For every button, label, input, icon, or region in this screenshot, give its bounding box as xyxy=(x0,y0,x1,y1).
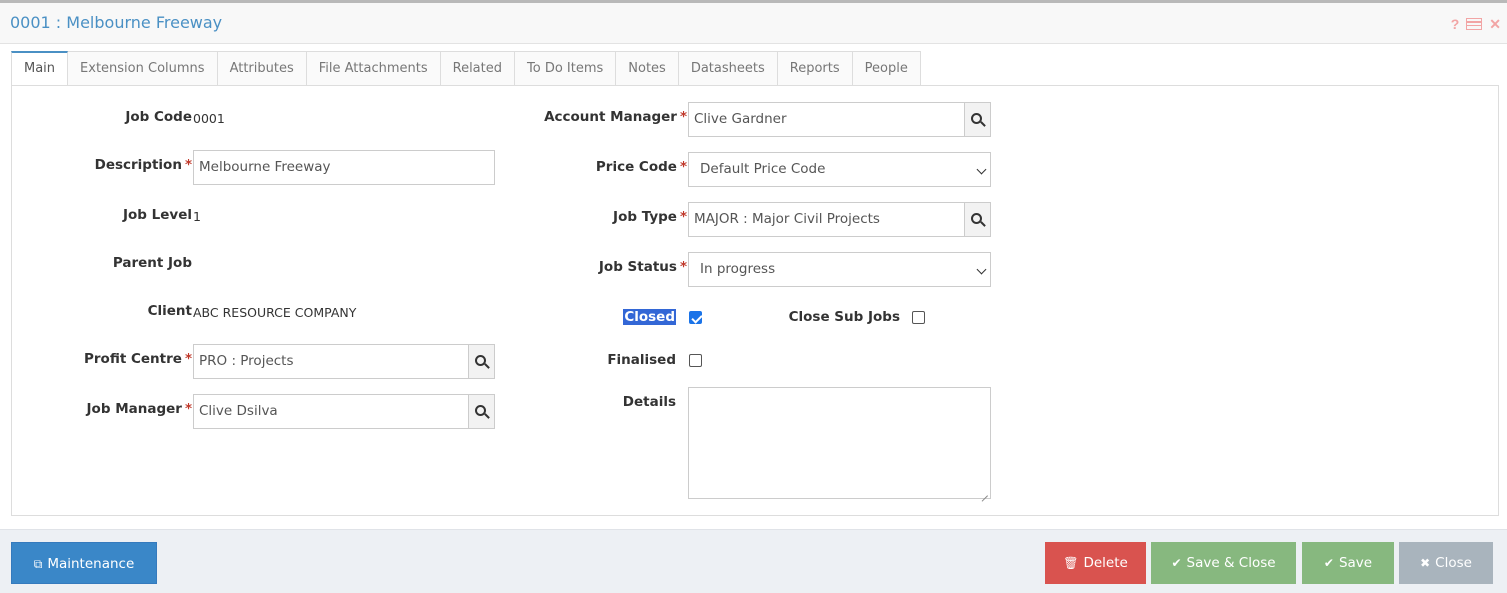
search-icon xyxy=(475,405,486,416)
main-form-panel: Job Code 0001 Description * Melbourne Fre… xyxy=(11,85,1499,516)
profit-centre-field[interactable]: PRO : Projects xyxy=(193,344,495,379)
tab-related[interactable]: Related xyxy=(440,51,515,86)
help-icon[interactable]: ? xyxy=(1451,17,1460,31)
save-close-button[interactable]: ✔ Save & Close xyxy=(1151,542,1296,584)
required-marker: * xyxy=(679,209,687,225)
job-type-field[interactable]: MAJOR : Major Civil Projects xyxy=(688,202,991,237)
job-status-select[interactable]: In progress xyxy=(688,252,991,287)
close-sub-jobs-checkbox[interactable] xyxy=(912,311,925,324)
job-manager-field[interactable]: Clive Dsilva xyxy=(193,394,495,429)
job-code-value: 0001 xyxy=(193,111,225,126)
tab-datasheets[interactable]: Datasheets xyxy=(678,51,778,86)
tab-people[interactable]: People xyxy=(852,51,921,86)
window-controls: ? ✕ xyxy=(1451,17,1501,31)
external-link-icon: ⧉ xyxy=(33,557,43,571)
price-code-select[interactable]: Default Price Code xyxy=(688,152,991,187)
job-code-label: Job Code xyxy=(125,109,192,125)
job-manager-label: Job Manager * xyxy=(86,401,192,417)
tab-to-do-items[interactable]: To Do Items xyxy=(515,51,617,86)
finalised-label: Finalised xyxy=(607,352,676,368)
tab-reports[interactable]: Reports xyxy=(777,51,853,86)
required-marker: * xyxy=(679,259,687,275)
job-type-label: Job Type * xyxy=(613,209,687,225)
table-icon[interactable] xyxy=(1466,18,1483,30)
profit-centre-search-button[interactable] xyxy=(468,344,495,379)
client-value: ABC RESOURCE COMPANY xyxy=(193,305,357,320)
save-button[interactable]: ✔ Save xyxy=(1302,542,1394,584)
job-status-label: Job Status * xyxy=(598,259,687,275)
account-manager-label: Account Manager * xyxy=(544,109,687,125)
details-label: Details xyxy=(622,394,676,410)
profit-centre-label: Profit Centre * xyxy=(84,351,192,367)
resize-handle-icon[interactable] xyxy=(981,489,989,497)
details-textarea[interactable] xyxy=(688,387,991,499)
description-label: Description * xyxy=(94,157,192,173)
required-marker: * xyxy=(184,351,192,367)
tab-extension-columns[interactable]: Extension Columns xyxy=(68,51,218,86)
client-label: Client xyxy=(147,303,192,319)
finalised-checkbox[interactable] xyxy=(689,354,702,367)
price-code-value: Default Price Code xyxy=(700,161,826,177)
tab-attributes[interactable]: Attributes xyxy=(217,51,307,86)
job-level-label: Job Level xyxy=(122,207,192,223)
close-icon: ✖ xyxy=(1420,556,1431,570)
footer-toolbar: ⧉ Maintenance 🗑 Delete ✔ Save & Close ✔ Save… xyxy=(0,529,1507,593)
close-sub-jobs-label: Close Sub Jobs xyxy=(788,309,900,325)
job-type-value: MAJOR : Major Civil Projects xyxy=(694,211,880,227)
check-icon: ✔ xyxy=(1171,556,1182,570)
tab-main[interactable]: Main xyxy=(11,51,69,86)
account-manager-search-button[interactable] xyxy=(964,102,991,137)
account-manager-value: Clive Gardner xyxy=(694,111,787,127)
required-marker: * xyxy=(184,401,192,417)
tab-notes[interactable]: Notes xyxy=(616,51,679,86)
search-icon xyxy=(971,113,982,124)
trash-icon: 🗑 xyxy=(1063,556,1079,570)
account-manager-field[interactable]: Clive Gardner xyxy=(688,102,991,137)
chevron-down-icon xyxy=(976,164,987,175)
title-bar: 0001 : Melbourne Freeway ? ✕ xyxy=(0,3,1507,44)
closed-label: Closed xyxy=(623,309,676,325)
search-icon xyxy=(971,213,982,224)
job-manager-search-button[interactable] xyxy=(468,394,495,429)
job-manager-value: Clive Dsilva xyxy=(199,403,278,419)
tab-bar: Main Extension Columns Attributes File A… xyxy=(11,51,921,86)
required-marker: * xyxy=(679,159,687,175)
check-icon: ✔ xyxy=(1323,556,1334,570)
window-title: 0001 : Melbourne Freeway xyxy=(10,13,223,32)
delete-button[interactable]: 🗑 Delete xyxy=(1045,542,1146,584)
description-field[interactable]: Melbourne Freeway xyxy=(193,150,495,185)
maintenance-button[interactable]: ⧉ Maintenance xyxy=(11,542,157,584)
job-level-value: 1 xyxy=(193,209,201,224)
search-icon xyxy=(475,355,486,366)
required-marker: * xyxy=(679,109,687,125)
required-marker: * xyxy=(184,157,192,173)
job-status-value: In progress xyxy=(700,261,776,277)
closed-checkbox[interactable] xyxy=(689,311,702,324)
close-button[interactable]: ✖ Close xyxy=(1399,542,1493,584)
job-type-search-button[interactable] xyxy=(964,202,991,237)
profit-centre-value: PRO : Projects xyxy=(199,353,294,369)
price-code-label: Price Code * xyxy=(595,159,687,175)
chevron-down-icon xyxy=(976,264,987,275)
parent-job-label: Parent Job xyxy=(112,255,192,271)
close-icon[interactable]: ✕ xyxy=(1489,17,1501,31)
tab-file-attachments[interactable]: File Attachments xyxy=(306,51,441,86)
